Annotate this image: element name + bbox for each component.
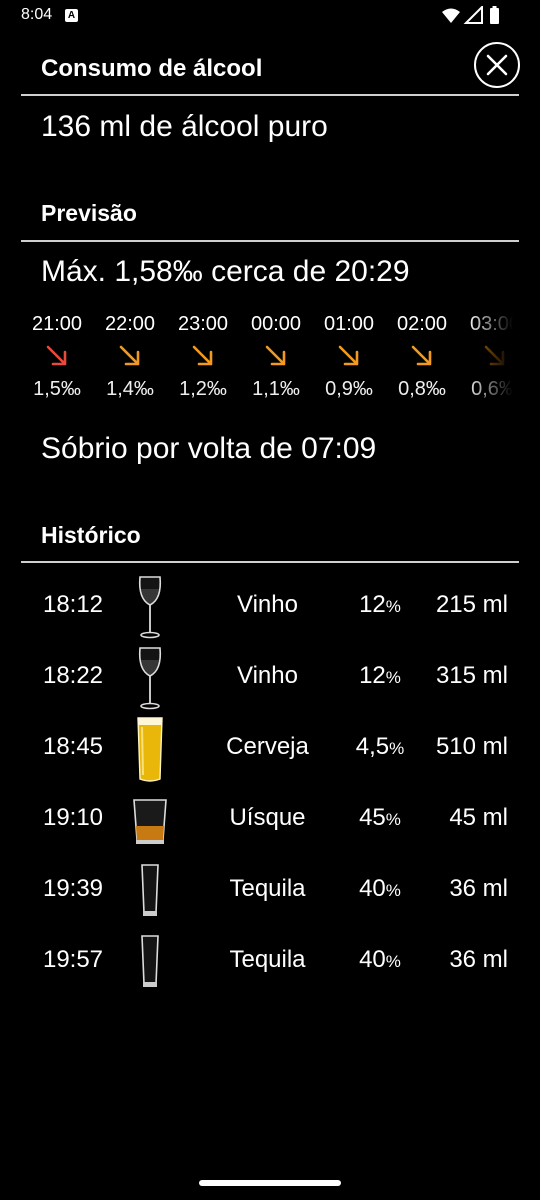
forecast-hour-value: 1,1‰: [252, 378, 300, 400]
history-time: 19:57: [42, 946, 104, 973]
arrow-down-right-icon: [167, 338, 239, 374]
signal-icon: [463, 6, 483, 24]
close-icon: [486, 54, 508, 76]
sober-time: Sóbrio por volta de 07:09: [41, 432, 377, 465]
history-time: 19:39: [42, 875, 104, 902]
history-volume: 36 ml: [449, 946, 508, 973]
status-bar: 8:04 A: [0, 0, 540, 34]
forecast-divider: [21, 240, 519, 242]
status-icons: [442, 6, 499, 24]
history-time: 18:45: [42, 733, 104, 760]
close-button[interactable]: [474, 42, 520, 88]
history-row[interactable]: 19:57 Tequila 40% 36 ml: [0, 928, 540, 998]
history-drink: Tequila: [229, 875, 306, 902]
history-abv: 40%: [359, 875, 401, 902]
forecast-hour-time: 00:00: [250, 313, 302, 335]
forecast-hour: 00:00 1,1‰: [240, 310, 312, 404]
battery-icon: [490, 8, 499, 24]
header-divider: [21, 94, 519, 96]
history-title: Histórico: [41, 522, 141, 548]
beer-glass-icon: [130, 715, 170, 785]
arrow-down-right-icon: [21, 338, 93, 374]
home-indicator[interactable]: [199, 1180, 341, 1186]
history-row[interactable]: 18:22 Vinho 12% 315 ml: [0, 644, 540, 714]
history-drink: Uísque: [229, 804, 306, 831]
shot-glass-icon: [130, 857, 170, 927]
forecast-hour-value: 0,8‰: [398, 378, 446, 400]
forecast-hour-value: 1,5‰: [33, 378, 81, 400]
history-time: 19:10: [42, 804, 104, 831]
history-drink: Vinho: [237, 591, 298, 618]
history-volume: 510 ml: [435, 733, 508, 760]
forecast-hour-time: 23:00: [177, 313, 229, 335]
history-abv: 12%: [359, 662, 401, 689]
pure-alcohol-total: 136 ml de álcool puro: [41, 110, 328, 143]
arrow-down-right-icon: [386, 338, 458, 374]
arrow-down-right-icon: [94, 338, 166, 374]
history-volume: 36 ml: [449, 875, 508, 902]
history-abv: 4,5%: [355, 733, 405, 760]
wine-glass-icon: [130, 573, 170, 643]
forecast-hour: 22:00 1,4‰: [94, 310, 166, 404]
history-abv: 12%: [359, 591, 401, 618]
forecast-max: Máx. 1,58‰ cerca de 20:29: [41, 255, 410, 288]
forecast-hour-value: 1,4‰: [106, 378, 154, 400]
wifi-icon: [442, 8, 460, 23]
history-drink: Cerveja: [226, 733, 309, 760]
history-row[interactable]: 19:39 Tequila 40% 36 ml: [0, 857, 540, 927]
history-volume: 315 ml: [435, 662, 508, 689]
forecast-timeline[interactable]: 21:00 1,5‰ 22:00 1,4‰ 23:00 1,2‰ 00:00 1,1‰ 01:0…: [21, 310, 513, 410]
forecast-fade: [467, 310, 513, 410]
history-abv: 40%: [359, 946, 401, 973]
history-row[interactable]: 18:45 Cerveja 4,5% 510 ml: [0, 715, 540, 785]
forecast-hour: 21:00 1,5‰: [21, 310, 93, 404]
history-drink: Tequila: [229, 946, 306, 973]
forecast-title: Previsão: [41, 200, 137, 226]
history-row[interactable]: 18:12 Vinho 12% 215 ml: [0, 573, 540, 643]
history-row[interactable]: 19:10 Uísque 45% 45 ml: [0, 786, 540, 856]
arrow-down-right-icon: [240, 338, 312, 374]
forecast-hour: 01:00 0,9‰: [313, 310, 385, 404]
arrow-down-right-icon: [313, 338, 385, 374]
page-title: Consumo de álcool: [41, 55, 263, 82]
history-time: 18:12: [42, 591, 104, 618]
forecast-hour-time: 22:00: [104, 313, 156, 335]
history-volume: 215 ml: [435, 591, 508, 618]
forecast-hour-value: 1,2‰: [179, 378, 227, 400]
forecast-hour: 02:00 0,8‰: [386, 310, 458, 404]
forecast-hour: 23:00 1,2‰: [167, 310, 239, 404]
forecast-hour-time: 01:00: [323, 313, 375, 335]
history-time: 18:22: [42, 662, 104, 689]
forecast-hour-time: 02:00: [396, 313, 448, 335]
notification-icon: A: [65, 9, 78, 22]
history-drink: Vinho: [237, 662, 298, 689]
status-time: 8:04: [21, 6, 53, 23]
whisky-glass-icon: [130, 786, 170, 856]
forecast-hour-time: 21:00: [31, 313, 83, 335]
shot-glass-icon: [130, 928, 170, 998]
history-volume: 45 ml: [449, 804, 508, 831]
forecast-hour-value: 0,9‰: [325, 378, 373, 400]
wine-glass-icon: [130, 644, 170, 714]
history-divider: [21, 561, 519, 563]
history-abv: 45%: [359, 804, 401, 831]
